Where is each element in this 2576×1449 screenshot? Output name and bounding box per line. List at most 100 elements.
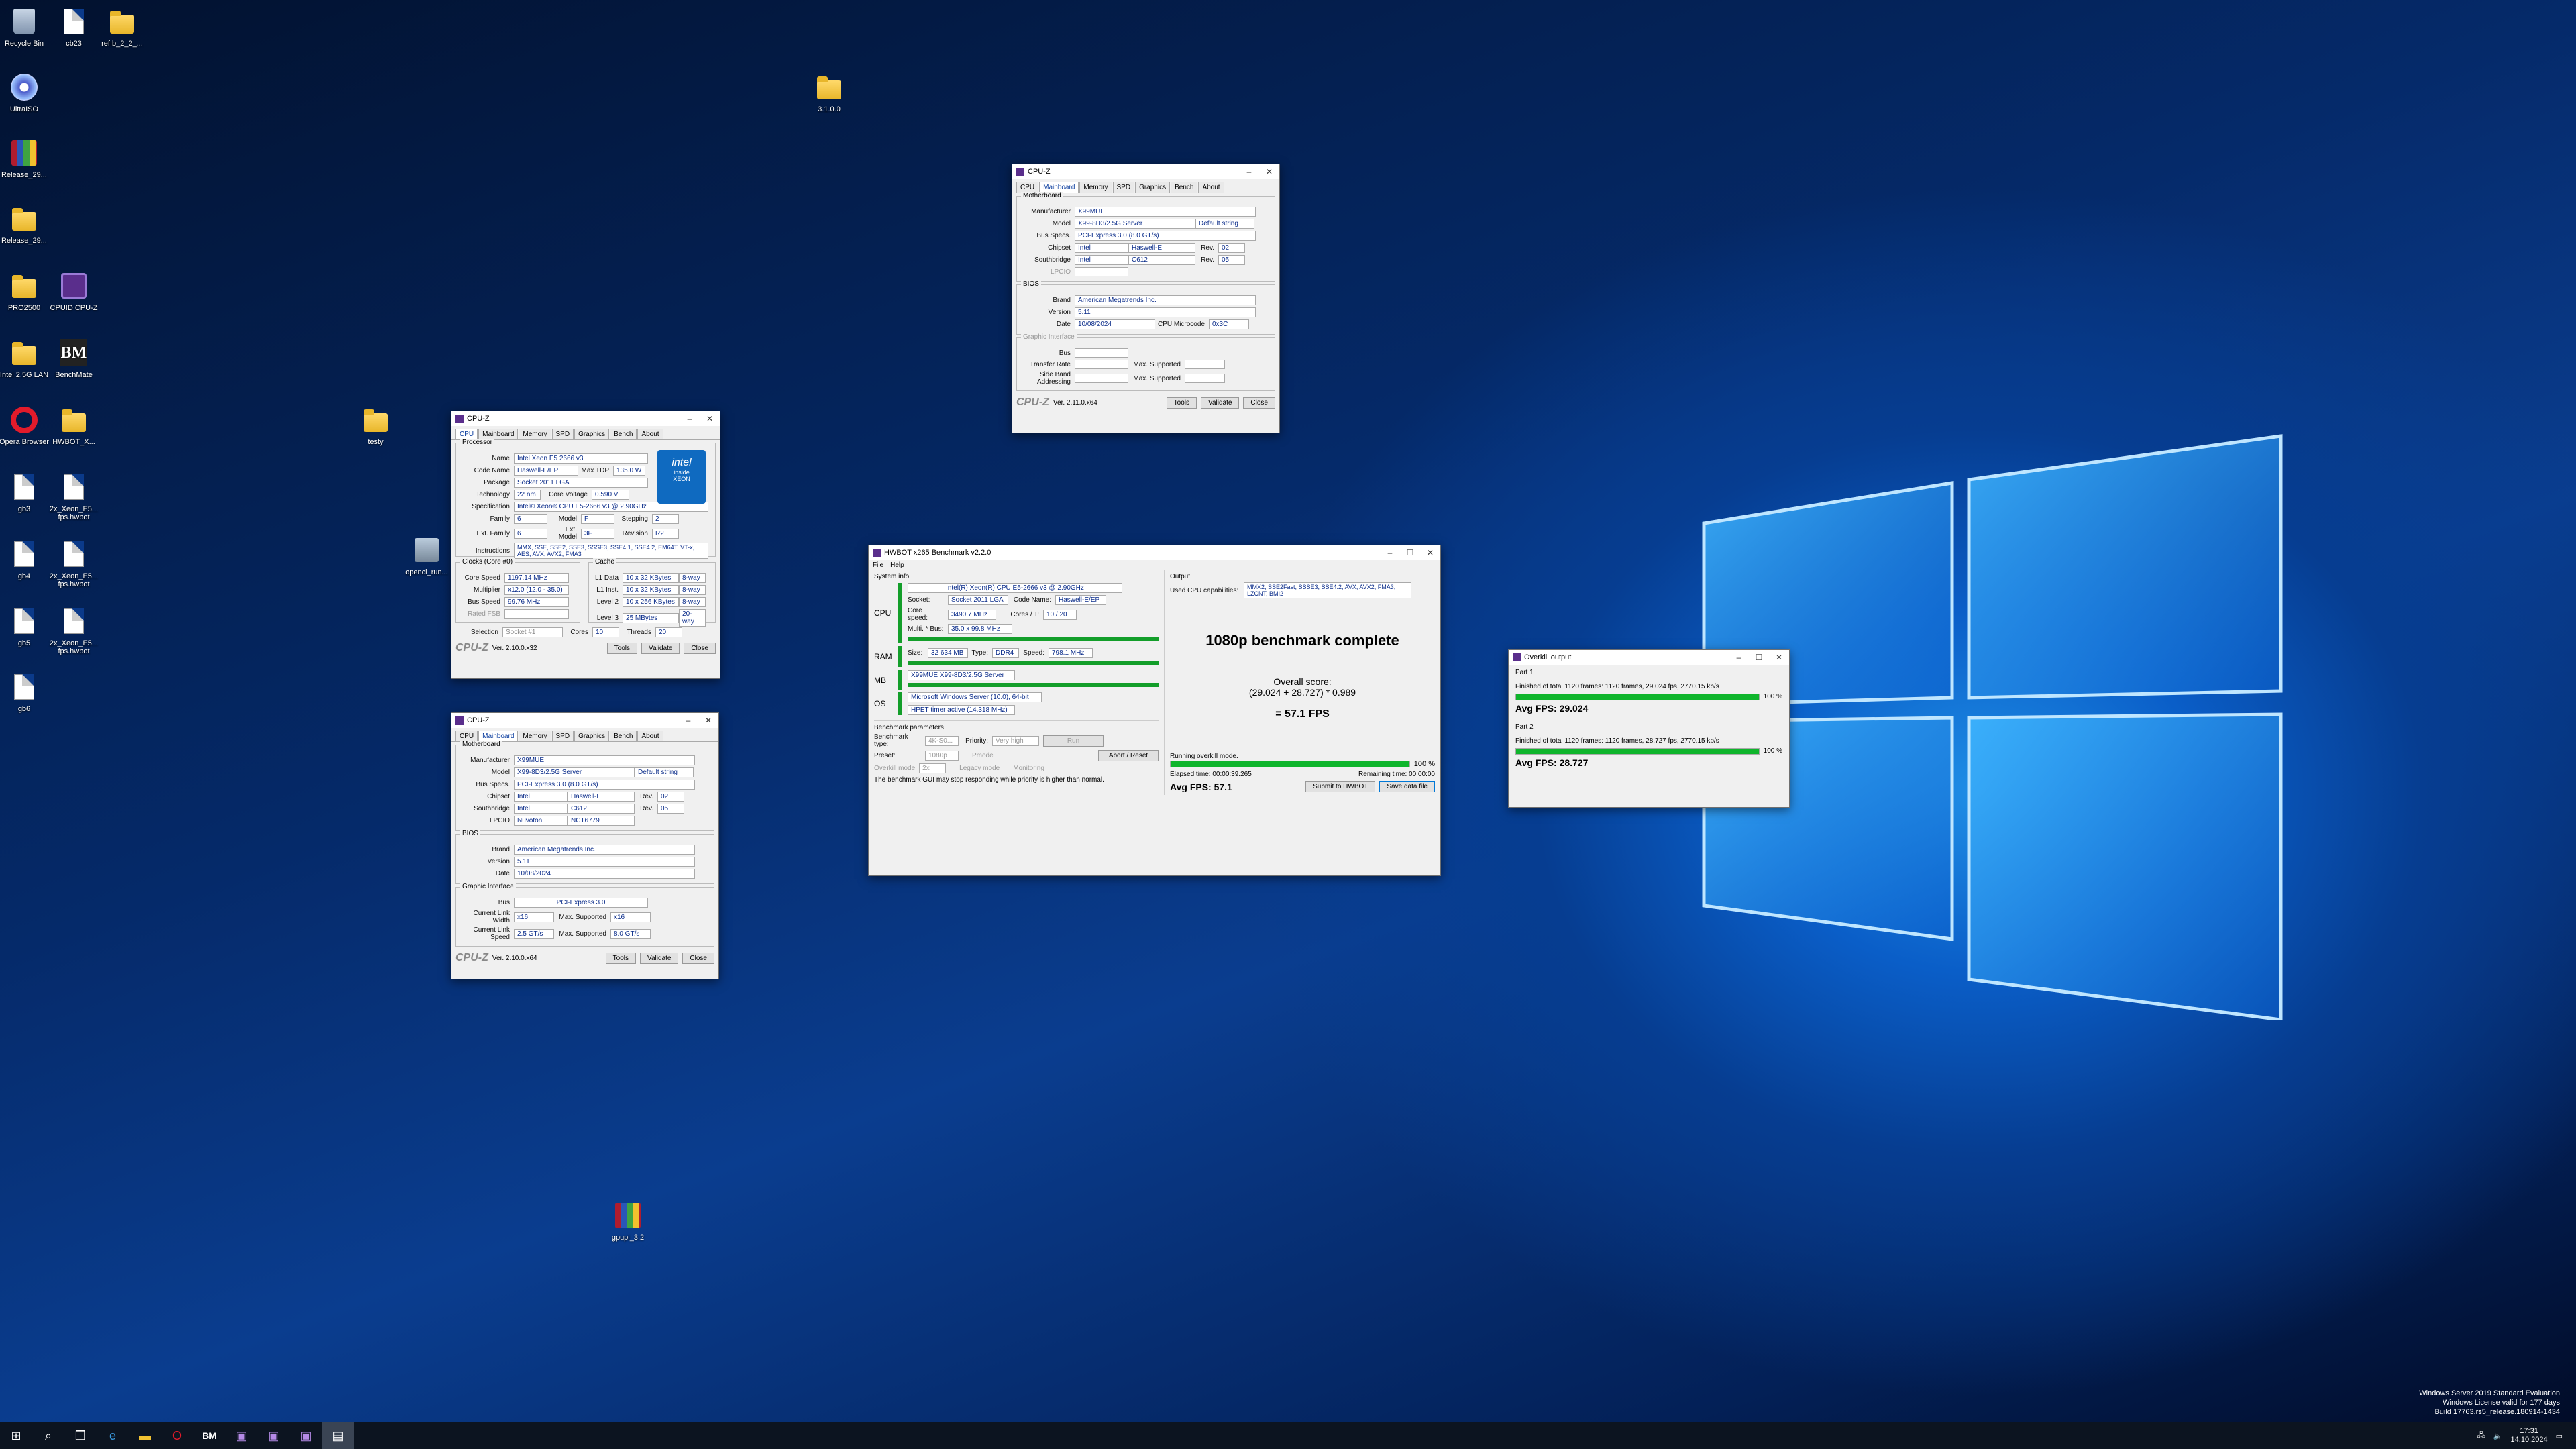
close-button[interactable]: Close: [682, 952, 714, 964]
opera-icon[interactable]: O: [161, 1422, 193, 1449]
hwbot-x265-window[interactable]: HWBOT x265 Benchmark v2.2.0– ☐ ✕ File Help …: [868, 545, 1441, 876]
cpuz-mainboard-window-2[interactable]: CPU-Z – ✕ CPU Mainboard Memory SPD Graphics Ben…: [1012, 164, 1280, 433]
menu-file[interactable]: File: [873, 561, 883, 569]
intel-xeon-logo: intel inside XEON: [657, 450, 706, 504]
desktop-icon-ultraiso[interactable]: UltraISO: [0, 72, 55, 113]
tab-graphics[interactable]: Graphics: [1135, 182, 1171, 193]
tools-button[interactable]: Tools: [606, 642, 638, 654]
monitoring-checkbox[interactable]: Monitoring: [1013, 765, 1044, 772]
cpuz-cpu-window[interactable]: CPU-Z – ✕ CPU Mainboard Memory SPD Graphics Ben…: [451, 411, 720, 679]
cpuz-taskbar-icon[interactable]: ▣: [258, 1422, 290, 1449]
volume-icon[interactable]: 🔈: [2493, 1432, 2503, 1440]
cpuz-mainboard-window[interactable]: CPU-Z – ✕ CPU Mainboard Memory SPD Graphics Ben…: [451, 712, 719, 979]
close-icon[interactable]: ✕: [700, 414, 720, 423]
hwbot-taskbar-icon[interactable]: ▤: [322, 1422, 354, 1449]
overkill-output-window[interactable]: Overkill output – ☐ ✕ Part 1 Finished of to…: [1508, 649, 1790, 808]
tab-memory[interactable]: Memory: [519, 429, 551, 439]
minimize-icon[interactable]: –: [1729, 653, 1749, 662]
tab-cpu[interactable]: CPU: [455, 429, 478, 439]
tab-about[interactable]: About: [637, 731, 663, 741]
tab-memory[interactable]: Memory: [1079, 182, 1112, 193]
close-icon[interactable]: ✕: [1259, 167, 1279, 176]
file-explorer-icon[interactable]: ▬: [129, 1422, 161, 1449]
desktop-icon-hwbot-folder[interactable]: HWBOT_X...: [43, 405, 105, 446]
minimize-icon[interactable]: –: [1380, 548, 1400, 557]
tab-bench[interactable]: Bench: [610, 731, 637, 741]
desktop-icon-folder[interactable]: refıb_2_2_...: [91, 7, 153, 48]
search-icon[interactable]: ⌕: [32, 1422, 64, 1449]
abort-reset-button[interactable]: Abort / Reset: [1098, 750, 1159, 761]
tab-mainboard[interactable]: Mainboard: [478, 731, 519, 741]
submit-hwbot-button[interactable]: Submit to HWBOT: [1305, 781, 1376, 792]
desktop-icon-benchmate[interactable]: BM BenchMate: [43, 338, 105, 379]
edge-icon[interactable]: e: [97, 1422, 129, 1449]
minimize-icon[interactable]: –: [680, 414, 700, 423]
validate-button[interactable]: Validate: [641, 642, 680, 654]
title-bar[interactable]: CPU-Z – ✕: [1012, 164, 1279, 179]
validate-button[interactable]: Validate: [640, 952, 679, 964]
title-bar[interactable]: HWBOT x265 Benchmark v2.2.0– ☐ ✕: [869, 545, 1440, 560]
title-bar[interactable]: Overkill output – ☐ ✕: [1509, 650, 1789, 665]
tab-memory[interactable]: Memory: [519, 731, 551, 741]
close-button[interactable]: Close: [684, 642, 716, 654]
desktop-icon-opencl[interactable]: opencl_run...: [396, 535, 458, 576]
tab-spd[interactable]: SPD: [551, 731, 574, 741]
maximize-icon[interactable]: ☐: [1400, 548, 1420, 557]
desktop-icon-hwbot-file[interactable]: 2x_Xeon_E5... fps.hwbot: [43, 472, 105, 521]
title-bar[interactable]: CPU-Z – ✕: [451, 713, 718, 728]
tab-spd[interactable]: SPD: [551, 429, 574, 439]
tab-cpu[interactable]: CPU: [455, 731, 478, 741]
desktop-icon-gpupi[interactable]: gpupi_3.2: [597, 1201, 659, 1242]
socket-select[interactable]: Socket #1: [502, 627, 563, 637]
benchtype-select[interactable]: 4K-S0...: [925, 735, 959, 746]
desktop-icon-gb6[interactable]: gb6: [0, 672, 55, 713]
close-icon[interactable]: ✕: [698, 716, 718, 725]
tools-button[interactable]: Tools: [605, 952, 637, 964]
tab-mainboard[interactable]: Mainboard: [478, 429, 519, 439]
tab-mainboard[interactable]: Mainboard: [1039, 182, 1079, 193]
tab-bench[interactable]: Bench: [610, 429, 637, 439]
desktop-icon-310[interactable]: 3.1.0.0: [798, 72, 860, 113]
title-bar[interactable]: CPU-Z – ✕: [451, 411, 720, 426]
desktop-icon-release-folder[interactable]: Release_29...: [0, 204, 55, 245]
preset-select[interactable]: 1080p: [925, 751, 959, 761]
overkill-checkbox[interactable]: Overkill mode: [874, 765, 915, 772]
clock[interactable]: 17:31 14.10.2024: [2511, 1427, 2548, 1444]
tab-about[interactable]: About: [1198, 182, 1224, 193]
tab-cpu[interactable]: CPU: [1016, 182, 1039, 193]
maximize-icon[interactable]: ☐: [1749, 653, 1769, 662]
pmode-checkbox[interactable]: Pmode: [972, 752, 994, 759]
desktop-icon-release-rar[interactable]: Release_29...: [0, 138, 55, 179]
menu-help[interactable]: Help: [890, 561, 904, 569]
legacy-checkbox[interactable]: Legacy mode: [959, 765, 1000, 772]
priority-select[interactable]: Very high: [992, 735, 1039, 746]
desktop-icon-hwbot-file[interactable]: 2x_Xeon_E5... fps.hwbot: [43, 606, 105, 655]
minimize-icon[interactable]: –: [678, 716, 698, 725]
tools-button[interactable]: Tools: [1166, 396, 1197, 409]
tab-spd[interactable]: SPD: [1112, 182, 1135, 193]
cpuz-taskbar-icon[interactable]: ▣: [290, 1422, 322, 1449]
benchmate-icon[interactable]: BM: [193, 1422, 225, 1449]
network-icon[interactable]: 🖧: [2477, 1430, 2485, 1442]
desktop-icon-cpuz[interactable]: CPUID CPU-Z: [43, 271, 105, 312]
tab-about[interactable]: About: [637, 429, 663, 439]
file-icon: [14, 474, 34, 500]
cpuz-taskbar-icon[interactable]: ▣: [225, 1422, 258, 1449]
tab-bench[interactable]: Bench: [1171, 182, 1198, 193]
tab-graphics[interactable]: Graphics: [574, 731, 610, 741]
cpuz-icon: [455, 716, 464, 724]
task-view-icon[interactable]: ❐: [64, 1422, 97, 1449]
desktop-icon-testy[interactable]: testy: [345, 405, 407, 446]
notification-icon[interactable]: ▭: [2556, 1432, 2563, 1440]
desktop-icon-hwbot-file[interactable]: 2x_Xeon_E5... fps.hwbot: [43, 539, 105, 588]
validate-button[interactable]: Validate: [1201, 396, 1240, 409]
close-button[interactable]: Close: [1243, 396, 1275, 409]
tab-graphics[interactable]: Graphics: [574, 429, 610, 439]
save-data-button[interactable]: Save data file: [1379, 781, 1435, 792]
start-windows-icon[interactable]: ⊞: [0, 1422, 32, 1449]
run-button[interactable]: Run: [1043, 735, 1104, 747]
bios-group: BIOS Brand American Megatrends Inc. Versi…: [1016, 280, 1275, 335]
close-icon[interactable]: ✕: [1420, 548, 1440, 557]
close-icon[interactable]: ✕: [1769, 653, 1789, 662]
minimize-icon[interactable]: –: [1239, 167, 1259, 176]
